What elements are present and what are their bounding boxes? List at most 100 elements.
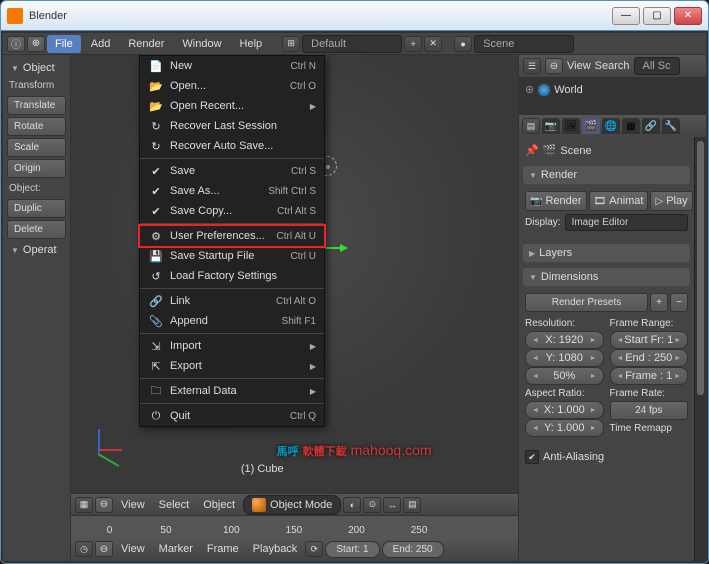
mode-selector[interactable]: Object Mode — [243, 495, 341, 515]
res-pct-field[interactable]: 50% — [525, 367, 604, 385]
collapse-icon[interactable]: ⊖ — [95, 497, 113, 513]
render-presets-selector[interactable]: Render Presets — [525, 293, 648, 312]
file-menu-open-[interactable]: 📂 Open... Ctrl O — [140, 76, 324, 96]
render-section-header[interactable]: Render — [523, 166, 690, 184]
end-frame-field[interactable]: End: 250 — [382, 541, 444, 558]
outliner-search[interactable]: Search — [595, 60, 630, 72]
file-menu-import[interactable]: ⇲ Import ▶ — [140, 336, 324, 356]
vp-object[interactable]: Object — [197, 497, 241, 513]
tab-render[interactable]: 📷 — [542, 118, 560, 134]
tab-constraints[interactable]: 🔗 — [642, 118, 660, 134]
file-menu-save-startup-file[interactable]: 💾 Save Startup File Ctrl U — [140, 246, 324, 266]
preset-remove-button[interactable]: − — [670, 293, 688, 312]
scale-button[interactable]: Scale — [7, 138, 66, 157]
outliner-collapse-icon[interactable]: ⊖ — [545, 58, 563, 74]
menu-file[interactable]: File — [47, 35, 81, 53]
file-menu-new[interactable]: 📄 New Ctrl N — [140, 56, 324, 76]
layout-remove-button[interactable]: ✕ — [424, 36, 442, 52]
origin-button[interactable]: Origin — [7, 159, 66, 178]
file-menu-export[interactable]: ⇱ Export ▶ — [140, 356, 324, 376]
render-button[interactable]: 📷Render — [525, 191, 587, 211]
pin-icon[interactable]: 📌 — [525, 144, 539, 157]
object-tools-header[interactable]: Object — [7, 59, 66, 77]
close-button[interactable]: ✕ — [674, 7, 702, 25]
shading-icon[interactable]: ◐ — [343, 497, 361, 513]
play-button[interactable]: ▷Play — [650, 191, 692, 211]
fps-selector[interactable]: 24 fps — [610, 401, 689, 420]
editor-type-icon[interactable]: ▦ — [75, 497, 93, 513]
menu-add[interactable]: Add — [83, 35, 119, 53]
tab-render-layers[interactable]: 🖼 — [562, 118, 580, 134]
tl-playback[interactable]: Playback — [247, 541, 304, 557]
display-selector[interactable]: Image Editor — [565, 214, 688, 231]
tl-view[interactable]: View — [115, 541, 151, 557]
aspect-x-field[interactable]: X: 1.000 — [525, 401, 604, 419]
rotate-button[interactable]: Rotate — [7, 117, 66, 136]
file-menu-recover-auto-save-[interactable]: ↻ Recover Auto Save... — [140, 136, 324, 156]
file-menu-save-copy-[interactable]: ✔ Save Copy... Ctrl Alt S — [140, 201, 324, 221]
preset-add-button[interactable]: + — [650, 293, 668, 312]
tab-world[interactable]: 🌐 — [602, 118, 620, 134]
layers-icon[interactable]: ▤ — [403, 497, 421, 513]
world-item[interactable]: ⊕ World — [525, 81, 700, 98]
aspect-y-field[interactable]: Y: 1.000 — [525, 419, 604, 437]
tl-marker[interactable]: Marker — [153, 541, 199, 557]
scene-selector[interactable]: Scene — [474, 35, 574, 53]
maximize-button[interactable]: ▢ — [643, 7, 671, 25]
file-menu-append[interactable]: 📎 Append Shift F1 — [140, 311, 324, 331]
menu-help[interactable]: Help — [232, 35, 271, 53]
layout-icon[interactable]: ⊞ — [282, 36, 300, 52]
vp-view[interactable]: View — [115, 497, 151, 513]
tab-scene[interactable]: 🎬 — [582, 118, 600, 134]
file-menu-open-recent-[interactable]: 📂 Open Recent... ▶ — [140, 96, 324, 116]
start-frame-field[interactable]: Start: 1 — [325, 541, 379, 558]
start-frame-field[interactable]: Start Fr: 1 — [610, 331, 689, 349]
manipulator-toggle-icon[interactable]: ↔ — [383, 497, 401, 513]
menu-render[interactable]: Render — [120, 35, 172, 53]
timeline-editor-icon[interactable]: ◷ — [75, 541, 93, 557]
animation-button[interactable]: 🎞Animat — [589, 191, 649, 211]
frame-step-field[interactable]: Frame : 1 — [610, 367, 689, 385]
sync-icon[interactable]: ⟳ — [305, 541, 323, 557]
file-menu-load-factory-settings[interactable]: ↺ Load Factory Settings — [140, 266, 324, 286]
layout-selector[interactable]: Default — [302, 35, 402, 53]
res-y-field[interactable]: Y: 1080 — [525, 349, 604, 367]
tl-frame[interactable]: Frame — [201, 541, 245, 557]
file-menu-recover-last-session[interactable]: ↻ Recover Last Session — [140, 116, 324, 136]
file-menu-external-data[interactable]: 🗀 External Data ▶ — [140, 381, 324, 401]
props-editor-icon[interactable]: ▤ — [522, 118, 540, 134]
pivot-icon[interactable]: ⊙ — [363, 497, 381, 513]
timeline-collapse-icon[interactable]: ⊖ — [95, 541, 113, 557]
timeline-ruler[interactable]: 0 50 100 150 200 250 — [71, 516, 518, 538]
file-menu-quit[interactable]: ⏻ Quit Ctrl Q — [140, 406, 324, 426]
res-x-field[interactable]: X: 1920 — [525, 331, 604, 349]
outliner-filter[interactable]: All Sc — [634, 57, 680, 75]
menu-window[interactable]: Window — [174, 35, 229, 53]
layout-add-button[interactable]: + — [404, 36, 422, 52]
tab-modifiers[interactable]: 🔧 — [662, 118, 680, 134]
minimize-button[interactable]: — — [612, 7, 640, 25]
delete-button[interactable]: Delete — [7, 220, 66, 239]
file-menu-save-as-[interactable]: ✔ Save As... Shift Ctrl S — [140, 181, 324, 201]
outliner-editor-icon[interactable]: ☰ — [523, 58, 541, 74]
vp-select[interactable]: Select — [153, 497, 196, 513]
tab-object[interactable]: ▦ — [622, 118, 640, 134]
anti-aliasing-checkbox[interactable]: Anti-Aliasing — [523, 447, 690, 467]
operator-header[interactable]: Operat — [7, 241, 66, 259]
file-menu-link[interactable]: 🔗 Link Ctrl Alt O — [140, 291, 324, 311]
dimensions-section-header[interactable]: Dimensions — [523, 268, 690, 286]
properties-scrollbar[interactable] — [694, 137, 706, 561]
info-editor-icon[interactable]: ⓘ — [7, 36, 25, 52]
expand-icon[interactable]: ⊕ — [27, 36, 45, 52]
layers-section-header[interactable]: Layers — [523, 244, 690, 262]
outliner[interactable]: ⊕ World — [519, 77, 706, 115]
outliner-view[interactable]: View — [567, 60, 591, 72]
3d-viewport[interactable]: (1) Cube 馬呼 軟體下載 mahooq.com 📄 New Ctrl N… — [71, 55, 518, 493]
translate-button[interactable]: Translate — [7, 96, 66, 115]
duplicate-button[interactable]: Duplic — [7, 199, 66, 218]
file-menu-save[interactable]: ✔ Save Ctrl S — [140, 161, 324, 181]
titlebar[interactable]: Blender — ▢ ✕ — [1, 1, 708, 31]
file-menu-user-preferences-[interactable]: ⚙ User Preferences... Ctrl Alt U — [140, 226, 324, 246]
end-frame-prop-field[interactable]: End : 250 — [610, 349, 689, 367]
scene-icon[interactable]: ● — [454, 36, 472, 52]
